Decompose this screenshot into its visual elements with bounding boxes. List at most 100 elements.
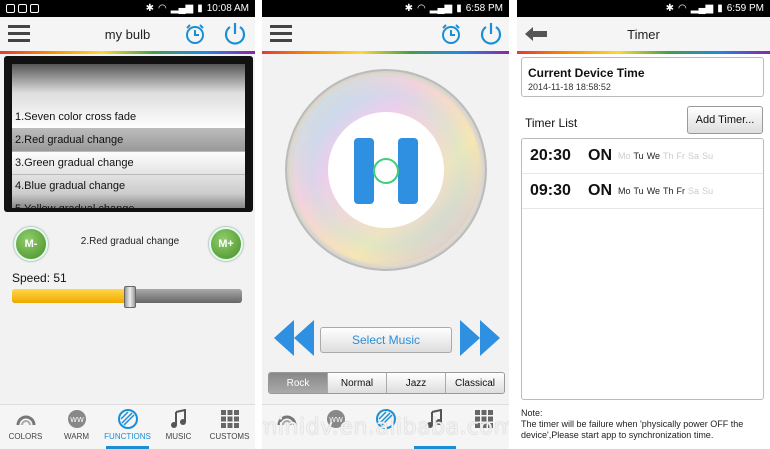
note-text: The timer will be failure when 'physical…: [521, 419, 744, 440]
speed-label: Speed: 51: [12, 271, 67, 285]
mode-list-item[interactable]: 2.Red gradual change: [12, 129, 245, 152]
mode-next-button[interactable]: M+: [209, 227, 243, 261]
mode-previous-button[interactable]: M-: [14, 227, 48, 261]
add-timer-button[interactable]: Add Timer...: [687, 106, 763, 134]
music-disc[interactable]: [284, 68, 489, 273]
app-bar: Timer: [517, 17, 770, 51]
timer-day-th: Th: [663, 151, 674, 161]
timer-day-we: We: [646, 186, 661, 196]
mode-list-item[interactable]: 5.Yellow gradual change: [12, 198, 245, 208]
mode-list-item[interactable]: 4.Blue gradual change: [12, 175, 245, 198]
timer-day-th: Th: [663, 186, 674, 196]
timer-day-mo: Mo: [618, 151, 631, 161]
genre-option-normal[interactable]: Normal: [328, 373, 387, 393]
shield-icon: [18, 4, 27, 13]
device-time-title: Current Device Time: [528, 66, 645, 80]
tab-label: FUNCTIONS: [104, 432, 151, 441]
timer-day-su: Su: [702, 151, 714, 161]
menu-icon[interactable]: [8, 25, 30, 43]
battery-icon: ▮: [717, 3, 723, 14]
battery-icon: ▮: [456, 3, 462, 14]
timer-row[interactable]: 20:30 ON Mo Tu We Th Fr Sa Su: [522, 139, 763, 174]
grid-icon: [220, 409, 240, 429]
rainbow-divider: [0, 51, 255, 54]
bluetooth-icon: ✱: [145, 3, 155, 14]
timer-day-sa: Sa: [688, 186, 700, 196]
back-arrow-icon[interactable]: [525, 27, 547, 41]
timer-day-tu: Tu: [633, 151, 644, 161]
tab-label: MUSIC: [165, 432, 192, 441]
genre-option-classical[interactable]: Classical: [446, 373, 504, 393]
page-title: my bulb: [104, 26, 151, 42]
device-time-card: Current Device Time 2014-11-18 18:58:52: [521, 57, 764, 97]
tab-label: CUSTOMS: [209, 432, 250, 441]
timer-time: 20:30: [530, 147, 571, 164]
menu-icon[interactable]: [270, 25, 292, 43]
timer-time: 09:30: [530, 182, 571, 199]
app-notification-icon: [6, 4, 15, 13]
phone-screen-functions: ✱ ◠ ▂▄▆ ▮ 10:08 AM my bulb 1.Seven color…: [0, 0, 255, 449]
page-title: Timer: [627, 26, 660, 42]
timer-day-tu: Tu: [633, 186, 644, 196]
gamepad-icon: [30, 4, 39, 13]
status-time: 6:58 PM: [465, 3, 503, 14]
rainbow-divider: [517, 51, 770, 54]
timer-day-sa: Sa: [688, 151, 700, 161]
timer-row[interactable]: 09:30 ON Mo Tu We Th Fr Sa Su: [522, 174, 763, 209]
genre-option-rock[interactable]: Rock: [269, 373, 328, 393]
alarm-clock-icon[interactable]: [184, 23, 206, 45]
speed-slider[interactable]: [12, 286, 242, 308]
genre-option-jazz[interactable]: Jazz: [387, 373, 446, 393]
power-icon[interactable]: [222, 21, 248, 47]
rainbow-divider: [262, 51, 509, 54]
bottom-tab-bar: COLORS WW WARM FUNCTIONS MUSIC CUSTOMS: [0, 404, 255, 449]
pause-bar-left: [354, 138, 374, 204]
rainbow-icon: [16, 409, 36, 429]
alarm-clock-icon[interactable]: [440, 23, 462, 45]
signal-icon: ▂▄▆: [429, 3, 453, 14]
phone-screen-timer: ✱ ◠ ▂▄▆ ▮ 6:59 PM Timer Current Device T…: [517, 0, 770, 449]
status-time: 6:59 PM: [726, 3, 764, 14]
speed-slider-fill: [12, 289, 130, 303]
timer-day-mo: Mo: [618, 186, 631, 196]
current-mode-label: 2.Red gradual change: [80, 236, 180, 247]
tab-customs[interactable]: CUSTOMS: [204, 405, 255, 449]
music-note-icon: [169, 409, 189, 429]
mode-list-item[interactable]: 3.Green gradual change: [12, 152, 245, 175]
watermark-text: minidv.en.alibaba.com: [262, 415, 509, 440]
timer-day-fr: Fr: [676, 151, 686, 161]
phone-screen-music: ✱ ◠ ▂▄▆ ▮ 6:58 PM Select Music Rock Norm…: [262, 0, 509, 449]
timer-state: ON: [588, 182, 612, 199]
status-time: 10:08 AM: [206, 3, 249, 14]
status-bar: ✱ ◠ ▂▄▆ ▮ 10:08 AM: [0, 0, 255, 17]
wifi-icon: ◠: [417, 3, 426, 14]
previous-track-icon[interactable]: [274, 320, 316, 356]
genre-selector: Rock Normal Jazz Classical: [268, 372, 505, 394]
tab-label: WARM: [63, 432, 90, 441]
functions-icon: [117, 409, 138, 429]
select-music-button[interactable]: Select Music: [320, 327, 452, 353]
timer-day-fr: Fr: [676, 186, 686, 196]
next-track-icon[interactable]: [458, 320, 500, 356]
device-time-value: 2014-11-18 18:58:52: [528, 82, 611, 92]
pause-bar-right: [398, 138, 418, 204]
timer-list-label: Timer List: [525, 116, 578, 130]
wifi-icon: ◠: [678, 3, 687, 14]
timer-day-su: Su: [702, 186, 714, 196]
mode-picker[interactable]: 1.Seven color cross fade 2.Red gradual ch…: [4, 56, 253, 212]
mode-list-item[interactable]: 1.Seven color cross fade: [12, 106, 245, 129]
status-bar: ✱ ◠ ▂▄▆ ▮ 6:58 PM: [262, 0, 509, 17]
timer-list: 20:30 ON Mo Tu We Th Fr Sa Su 09:30 ON Mo Tu We Th Fr Sa…: [521, 138, 764, 400]
tab-label: COLORS: [8, 432, 43, 441]
speed-slider-thumb[interactable]: [124, 286, 137, 308]
tab-warm[interactable]: WW WARM: [51, 405, 102, 449]
tab-colors[interactable]: COLORS: [0, 405, 51, 449]
tab-functions[interactable]: FUNCTIONS: [102, 405, 153, 449]
bluetooth-icon: ✱: [404, 3, 414, 14]
app-bar: my bulb: [0, 17, 255, 51]
power-icon[interactable]: [478, 21, 504, 47]
note: Note: The timer will be failure when 'ph…: [521, 408, 767, 441]
timer-day-we: We: [646, 151, 661, 161]
ww-icon: WW: [67, 409, 87, 429]
tab-music[interactable]: MUSIC: [153, 405, 204, 449]
